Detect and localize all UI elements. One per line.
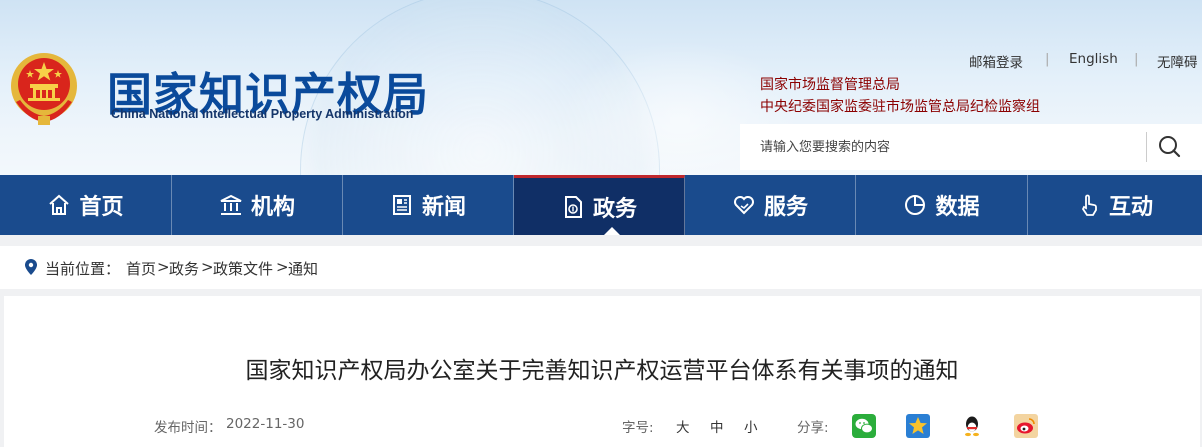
publish-date-label: 发布时间：	[154, 420, 222, 436]
top-links: 邮箱登录 | English | 无障碍	[942, 51, 1202, 71]
search-divider	[1146, 132, 1147, 162]
breadcrumb-government-affairs[interactable]: 政务	[169, 258, 199, 279]
font-size-small-button[interactable]: 小	[744, 416, 758, 436]
nav-item-label: 机构	[250, 195, 295, 220]
pointer-hand-icon	[1081, 194, 1097, 216]
mail-login-link[interactable]: 邮箱登录	[969, 51, 1023, 71]
publish-date: 2022-11-30	[226, 416, 305, 432]
location-pin-icon	[25, 259, 37, 275]
news-icon	[392, 195, 411, 215]
accessibility-link[interactable]: 无障碍	[1157, 51, 1198, 71]
samr-link[interactable]: 国家市场监督管理总局	[760, 74, 1040, 96]
qzone-icon[interactable]	[906, 414, 930, 438]
breadcrumb-separator: >	[157, 258, 170, 276]
nav-item-label: 政务	[592, 196, 637, 222]
search-box	[740, 124, 1202, 170]
nav-item-interaction[interactable]: 互动	[1028, 175, 1202, 235]
document-icon	[564, 195, 582, 218]
breadcrumb-separator: >	[201, 258, 214, 276]
breadcrumb-notice[interactable]: 通知	[288, 258, 318, 279]
pie-chart-icon	[905, 195, 926, 215]
site-logo-subtitle: China National Intellectual Property Adm…	[111, 107, 414, 121]
breadcrumb-separator: >	[276, 258, 289, 276]
article-title: 国家知识产权局办公室关于完善知识产权运营平台体系有关事项的通知	[245, 358, 959, 384]
nav-item-label: 互动	[1108, 195, 1153, 220]
active-nav-pointer	[604, 227, 620, 235]
national-emblem-icon	[11, 53, 77, 125]
breadcrumb-label: 当前位置：	[45, 260, 121, 278]
nav-item-home[interactable]: 首页	[0, 175, 172, 235]
nav-item-government-affairs[interactable]: 政务	[514, 175, 685, 235]
heart-hand-icon	[733, 196, 754, 215]
breadcrumb-home[interactable]: 首页	[126, 258, 156, 279]
search-icon[interactable]	[1152, 132, 1188, 162]
nav-item-service[interactable]: 服务	[685, 175, 856, 235]
weibo-icon[interactable]	[1014, 414, 1038, 438]
nav-item-label: 首页	[79, 195, 124, 220]
nav-item-label: 新闻	[421, 195, 466, 220]
nav-item-institution[interactable]: 机构	[172, 175, 343, 235]
nav-item-news[interactable]: 新闻	[343, 175, 514, 235]
font-size-label: 字号:	[622, 420, 654, 436]
search-input[interactable]	[740, 124, 1144, 170]
institution-icon	[220, 194, 242, 215]
top-link-separator: |	[1045, 51, 1050, 67]
breadcrumb: 当前位置： 首页 > 政务 > 政策文件 > 通知	[0, 246, 1202, 289]
discipline-inspection-link[interactable]: 中央纪委国家监委驻市场监管总局纪检监察组	[760, 96, 1040, 118]
org-links: 国家市场监督管理总局 中央纪委国家监委驻市场监管总局纪检监察组	[760, 74, 1040, 118]
breadcrumb-policy-documents[interactable]: 政策文件	[213, 258, 273, 279]
home-icon	[49, 194, 70, 215]
qq-icon[interactable]	[960, 414, 984, 438]
top-link-separator: |	[1134, 51, 1139, 67]
english-link[interactable]: English	[1069, 51, 1118, 67]
nav-item-data[interactable]: 数据	[856, 175, 1028, 235]
nav-item-label: 数据	[935, 195, 980, 220]
nav-item-label: 服务	[763, 195, 808, 220]
font-size-medium-button[interactable]: 中	[710, 416, 724, 436]
article: 国家知识产权局办公室关于完善知识产权运营平台体系有关事项的通知 发布时间： 20…	[4, 296, 1200, 447]
wechat-icon[interactable]	[852, 414, 876, 438]
share-label: 分享:	[797, 420, 829, 436]
font-size-large-button[interactable]: 大	[676, 416, 690, 436]
main-nav: 首页 机构 新闻 政务 服务 数据 互动	[0, 175, 1202, 235]
site-header: 国家知识产权局 China National Intellectual Prop…	[0, 0, 1202, 175]
